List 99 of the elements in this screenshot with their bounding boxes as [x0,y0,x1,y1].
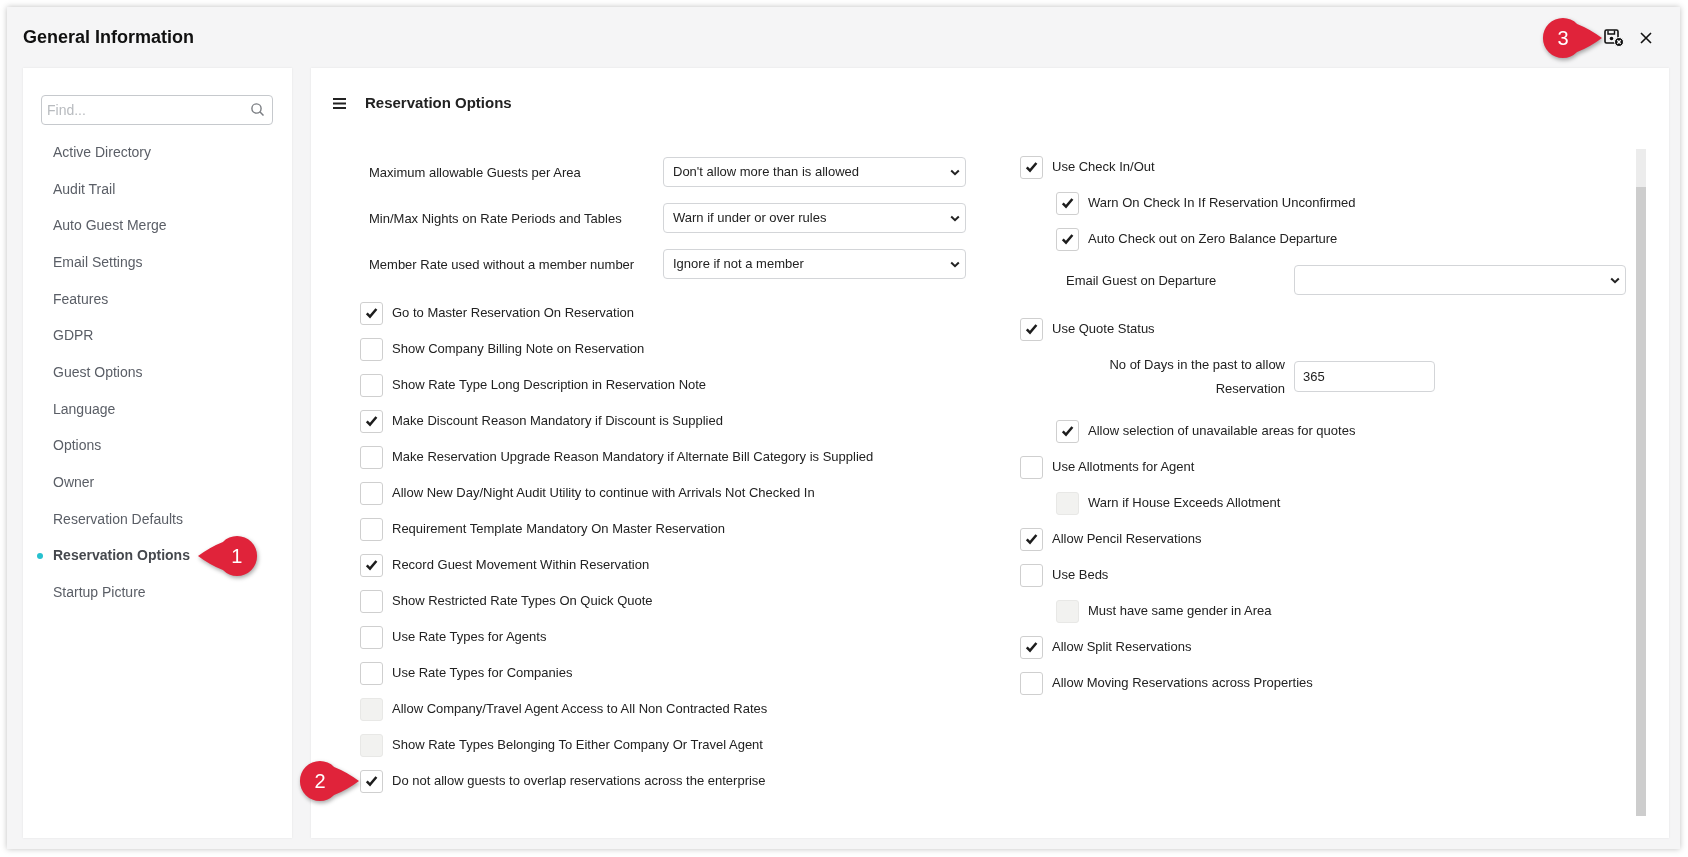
option-label: Must have same gender in Area [1088,602,1272,621]
checkmark-icon [1025,161,1038,173]
option-label: Allow Company/Travel Agent Access to All Non Contracted Rates [392,700,768,719]
sidebar-item[interactable]: Audit Trail [53,178,116,200]
checkmark-icon [1061,425,1074,437]
checkbox[interactable] [1020,455,1043,479]
checkmark-icon [365,415,378,427]
sidebar-item[interactable]: Owner [53,472,95,494]
option-label: Make Reservation Upgrade Reason Mandatory if Alternate Bill Category is Supplied [392,448,874,467]
checkbox[interactable] [1020,317,1043,341]
checkmark-icon [1025,533,1038,545]
dropdown[interactable]: Warn if under or over rules [663,203,966,233]
option-label: Warn if House Exceeds Allotment [1088,494,1281,513]
option-label: Do not allow guests to overlap reservations across the enterprise [392,772,766,791]
menu-icon [333,97,346,109]
checkbox[interactable] [360,337,383,361]
checkbox[interactable] [1056,227,1079,251]
field-label: Maximum allowable Guests per Area [369,165,581,180]
sidebar-item[interactable]: Reservation Defaults [53,508,183,530]
option-label: Allow Split Reservations [1052,638,1192,657]
checkbox[interactable] [1020,563,1043,587]
checkbox[interactable] [360,445,383,469]
sidebar-item[interactable]: Language [53,398,116,420]
checkmark-icon [1025,323,1038,335]
checkbox[interactable] [360,517,383,541]
checkmark-icon [365,307,378,319]
checkbox[interactable] [1020,527,1043,551]
option-label: Go to Master Reservation On Reservation [392,304,635,323]
option-label: Show Rate Type Long Description in Reservation Note [392,376,707,395]
step-badge: 1 [197,534,258,577]
sidebar-item[interactable]: Active Directory [53,141,152,163]
field-label: Member Rate used without a member number [369,257,635,272]
dropdown[interactable]: Don't allow more than is allowed [663,157,966,187]
option-label: Auto Check out on Zero Balance Departure [1088,230,1338,249]
option-label: Warn On Check In If Reservation Unconfirmed [1088,194,1356,213]
dropdown[interactable] [1294,265,1626,295]
step-badge: 3 [1542,16,1602,59]
checkbox[interactable] [1056,191,1079,215]
option-label: Use Check In/Out [1052,158,1155,177]
chevron-down-icon [950,214,960,222]
option-label: Allow New Day/Night Audit Utility to continue with Arrivals Not Checked In [392,484,815,503]
checkbox[interactable] [360,553,383,577]
option-label: Show Restricted Rate Types On Quick Quote [392,592,653,611]
option-label: Allow Moving Reservations across Properties [1052,674,1313,693]
checkbox[interactable] [360,589,383,613]
sidebar-item[interactable]: GDPR [53,325,94,347]
checkbox[interactable] [360,481,383,505]
checkmark-icon [365,559,378,571]
sidebar-item[interactable]: Startup Picture [53,582,146,604]
checkbox[interactable] [360,409,383,433]
field-label: No of Days in the past to allow Reservation [1109,357,1285,396]
option-label: Allow Pencil Reservations [1052,530,1202,549]
option-label: Allow selection of unavailable areas for quotes [1088,422,1356,441]
close-icon [1640,31,1652,44]
number-field[interactable]: 365 [1294,360,1435,392]
checkbox[interactable] [1020,635,1043,659]
option-label: Use Rate Types for Companies [392,664,573,683]
checkmark-icon [1061,197,1074,209]
save-button[interactable] [1603,26,1625,49]
checkmark-icon [1061,233,1074,245]
option-label: Record Guest Movement Within Reservation [392,556,650,575]
checkbox[interactable] [360,661,383,685]
chevron-down-icon [950,260,960,268]
sidebar-item[interactable]: Options [53,435,102,457]
chevron-down-icon [1610,276,1620,284]
checkmark-icon [1025,641,1038,653]
option-label: Use Rate Types for Agents [392,628,547,647]
sidebar-item[interactable]: Guest Options [53,361,143,383]
option-label: Use Allotments for Agent [1052,458,1195,477]
checkbox[interactable] [360,769,383,793]
field-label: Min/Max Nights on Rate Periods and Tables [369,211,622,226]
checkbox[interactable] [360,625,383,649]
checkbox[interactable] [360,373,383,397]
option-label: Show Rate Types Belonging To Either Company Or Travel Agent [392,736,763,755]
floppy-disk-icon [1604,28,1624,47]
bullet-icon [37,552,43,559]
sidebar-item[interactable]: Email Settings [53,251,143,273]
checkbox[interactable] [1020,671,1043,695]
option-label: Use Quote Status [1052,320,1155,339]
dropdown[interactable]: Ignore if not a member [663,249,966,279]
checkbox[interactable] [1020,155,1043,179]
search-field[interactable]: Find... [41,95,273,125]
checkbox[interactable] [1056,419,1079,443]
search-icon [251,103,264,116]
field-label: Email Guest on Departure [1066,273,1217,288]
sidebar-item[interactable]: Features [53,288,109,310]
option-label: Requirement Template Mandatory On Master Reservation [392,520,725,539]
sidebar-item[interactable]: Reservation Options [37,545,190,567]
checkmark-icon [365,775,378,787]
option-label: Show Company Billing Note on Reservation [392,340,645,359]
menu-button[interactable] [333,97,346,109]
checkbox[interactable] [360,301,383,325]
sidebar-item[interactable]: Auto Guest Merge [53,215,167,237]
chevron-down-icon [950,168,960,176]
dialog-title: General Information [23,26,195,49]
step-badge: 2 [299,760,359,802]
section-title: Reservation Options [365,92,512,113]
option-label: Make Discount Reason Mandatory if Discount is Supplied [392,412,723,431]
option-label: Use Beds [1052,566,1109,585]
